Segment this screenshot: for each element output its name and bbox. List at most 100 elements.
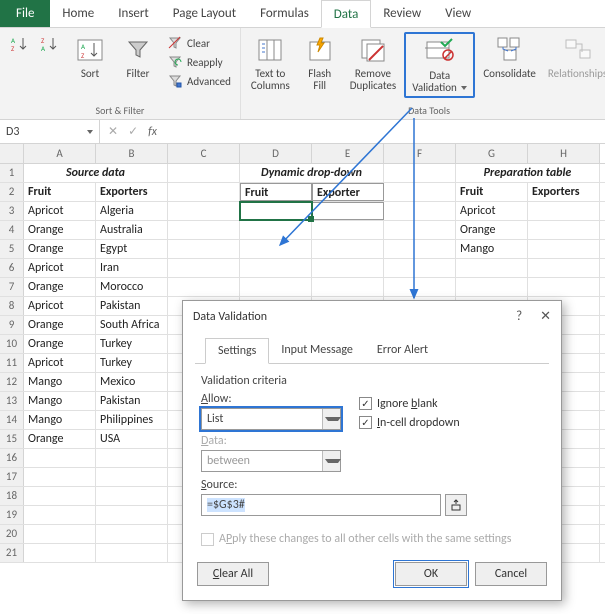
cell[interactable] xyxy=(168,183,240,201)
cell[interactable] xyxy=(24,468,96,486)
cell[interactable]: Orange xyxy=(24,430,96,448)
remove-duplicates-button[interactable]: Remove Duplicates xyxy=(346,32,400,94)
cell[interactable]: Australia xyxy=(96,221,168,239)
allow-combobox[interactable]: List xyxy=(201,408,341,430)
col-header[interactable]: F xyxy=(384,144,456,163)
row-header[interactable]: 10 xyxy=(0,335,24,353)
cell[interactable]: Orange xyxy=(24,221,96,239)
source-input[interactable]: =$G$3# xyxy=(201,494,441,516)
row-header[interactable]: 16 xyxy=(0,449,24,467)
col-header[interactable]: G xyxy=(456,144,528,163)
cell[interactable]: Apricot xyxy=(24,297,96,315)
cell[interactable]: Turkey xyxy=(96,354,168,372)
clear-all-button[interactable]: Clear All xyxy=(197,562,269,586)
cell[interactable]: Fruit xyxy=(24,183,96,201)
cell[interactable]: Pakistan xyxy=(96,392,168,410)
cell[interactable]: South Africa xyxy=(96,316,168,334)
cell[interactable] xyxy=(384,183,456,201)
chevron-down-icon[interactable] xyxy=(322,409,340,429)
row-header[interactable]: 21 xyxy=(0,544,24,562)
cell[interactable]: Mango xyxy=(24,373,96,391)
cell[interactable]: Mexico xyxy=(96,373,168,391)
cell[interactable]: Orange xyxy=(24,335,96,353)
filter-button[interactable]: Filter xyxy=(116,32,160,82)
cell[interactable]: USA xyxy=(96,430,168,448)
cell[interactable] xyxy=(528,240,600,258)
row-header[interactable]: 3 xyxy=(0,202,24,220)
cell[interactable] xyxy=(456,259,528,277)
cell[interactable] xyxy=(96,544,168,562)
cell[interactable]: Exporter xyxy=(312,183,384,201)
cell[interactable]: Fruit xyxy=(456,183,528,201)
cell[interactable]: Mango xyxy=(24,392,96,410)
fx-icon[interactable]: fx xyxy=(148,125,157,139)
ok-button[interactable]: OK xyxy=(395,562,467,586)
tab-review[interactable]: Review xyxy=(371,0,433,27)
cell[interactable] xyxy=(528,221,600,239)
cell[interactable]: Apricot xyxy=(456,202,528,220)
range-picker-button[interactable] xyxy=(445,494,467,516)
col-header[interactable]: D xyxy=(240,144,312,163)
relationships-button[interactable]: Relationships xyxy=(544,32,605,82)
cell[interactable] xyxy=(24,487,96,505)
cell[interactable] xyxy=(312,202,384,220)
row-header[interactable]: 4 xyxy=(0,221,24,239)
cell[interactable] xyxy=(528,259,600,277)
cell[interactable]: Apricot xyxy=(24,259,96,277)
cell[interactable] xyxy=(168,278,240,296)
cell[interactable]: Philippines xyxy=(96,411,168,429)
row-header[interactable]: 11 xyxy=(0,354,24,372)
cell[interactable] xyxy=(168,164,240,182)
cell[interactable]: Apricot xyxy=(24,202,96,220)
consolidate-button[interactable]: Consolidate xyxy=(479,32,540,82)
cell[interactable]: Preparation table xyxy=(456,164,600,182)
in-cell-dropdown-checkbox[interactable]: ✓In-cell dropdown xyxy=(359,416,460,430)
cell[interactable] xyxy=(456,278,528,296)
cell[interactable] xyxy=(240,240,312,258)
clear-button[interactable]: Clear xyxy=(164,34,234,52)
cell[interactable] xyxy=(384,202,456,220)
cell[interactable]: Exporters xyxy=(528,183,600,201)
row-header[interactable]: 7 xyxy=(0,278,24,296)
tab-view[interactable]: View xyxy=(433,0,483,27)
dialog-tab-error-alert[interactable]: Error Alert xyxy=(365,338,440,363)
data-validation-button[interactable]: Data Validation xyxy=(404,32,475,98)
row-header[interactable]: 5 xyxy=(0,240,24,258)
cell[interactable] xyxy=(24,506,96,524)
cell[interactable]: Pakistan xyxy=(96,297,168,315)
row-header[interactable]: 13 xyxy=(0,392,24,410)
cancel-icon[interactable]: ✕ xyxy=(108,124,118,139)
cell[interactable] xyxy=(168,221,240,239)
close-icon[interactable]: ✕ xyxy=(540,309,551,324)
sort-desc-button[interactable]: ZA xyxy=(36,32,64,58)
cell[interactable] xyxy=(312,221,384,239)
cell[interactable] xyxy=(312,259,384,277)
col-header[interactable]: A xyxy=(24,144,96,163)
cell[interactable] xyxy=(168,240,240,258)
cell[interactable] xyxy=(96,449,168,467)
col-header[interactable]: B xyxy=(96,144,168,163)
cell[interactable]: Source data xyxy=(24,164,168,182)
cell[interactable] xyxy=(24,525,96,543)
tab-home[interactable]: Home xyxy=(50,0,106,27)
row-header[interactable]: 1 xyxy=(0,164,24,182)
cell[interactable]: Morocco xyxy=(96,278,168,296)
cell[interactable] xyxy=(240,221,312,239)
cell[interactable] xyxy=(24,544,96,562)
row-header[interactable]: 19 xyxy=(0,506,24,524)
cell[interactable] xyxy=(240,278,312,296)
dialog-tab-input-message[interactable]: Input Message xyxy=(269,338,365,363)
cell[interactable] xyxy=(240,259,312,277)
cell[interactable]: Turkey xyxy=(96,335,168,353)
cell[interactable] xyxy=(384,278,456,296)
tab-formulas[interactable]: Formulas xyxy=(248,0,321,27)
cell[interactable]: Algeria xyxy=(96,202,168,220)
row-header[interactable]: 6 xyxy=(0,259,24,277)
cell[interactable]: Dynamic drop-down xyxy=(240,164,384,182)
cell[interactable] xyxy=(528,278,600,296)
sort-asc-button[interactable]: AZ xyxy=(6,32,34,58)
cell[interactable] xyxy=(528,202,600,220)
cell[interactable] xyxy=(240,202,312,220)
row-header[interactable]: 15 xyxy=(0,430,24,448)
cell[interactable] xyxy=(96,487,168,505)
